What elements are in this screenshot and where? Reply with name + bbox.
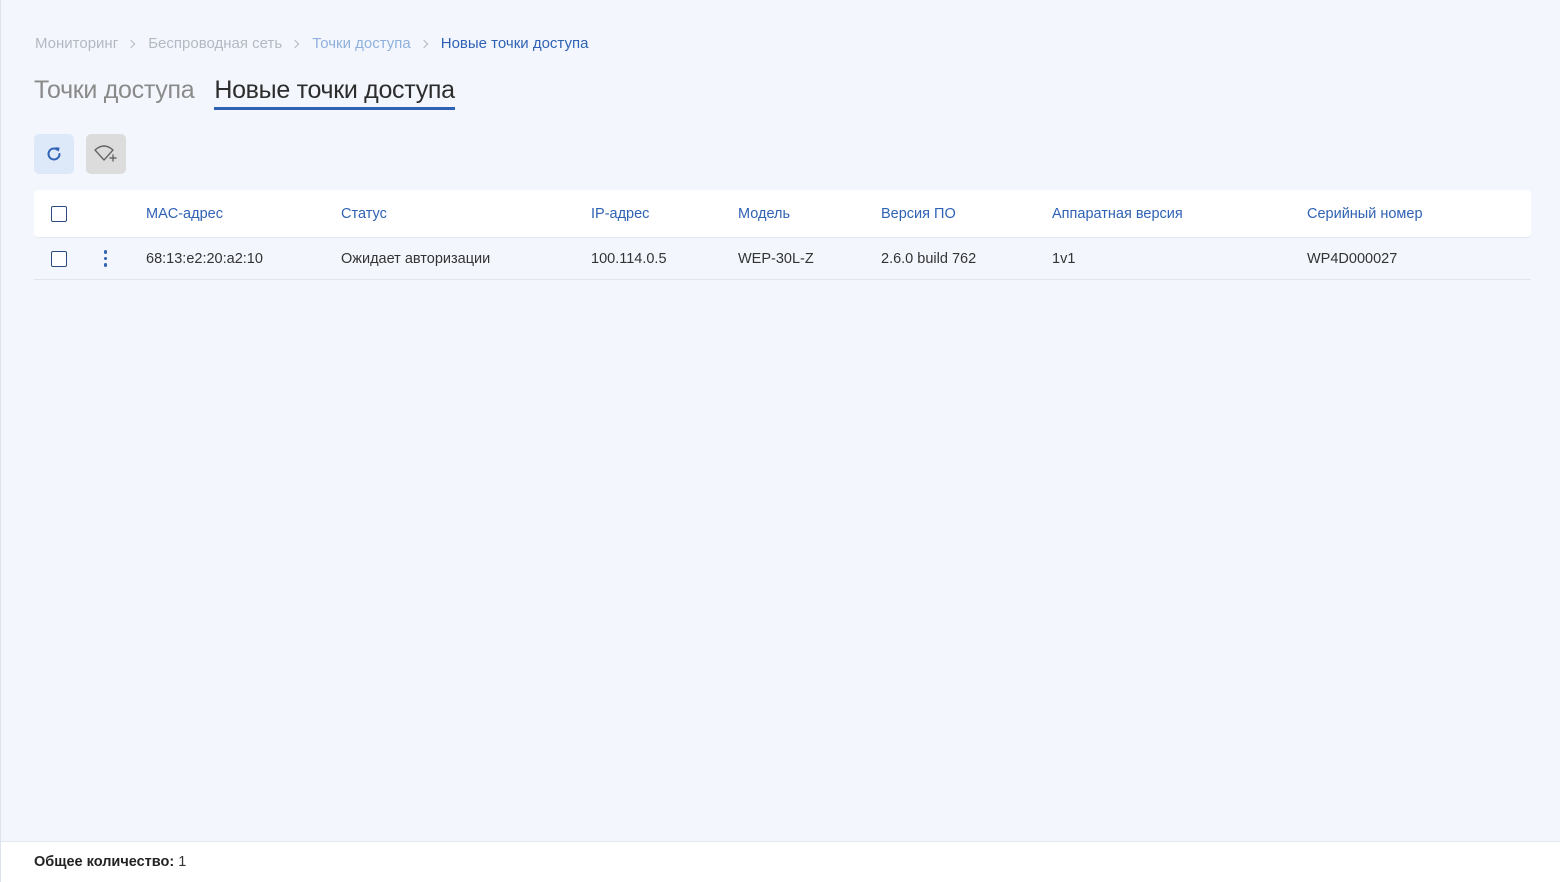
table-header: MAC-адрес Статус IP-адрес Модель Версия … [34,190,1531,238]
breadcrumb: Мониторинг Беспроводная сеть Точки досту… [35,35,588,52]
footer-total: Общее количество: 1 [1,841,1560,882]
more-vertical-icon[interactable] [100,248,111,268]
cell-model: WEP-30L-Z [738,250,814,267]
total-count-value: 1 [178,854,187,870]
chevron-right-icon [126,39,136,48]
column-header-serial[interactable]: Серийный номер [1307,190,1423,237]
page: Мониторинг Беспроводная сеть Точки досту… [0,0,1560,882]
cell-hardware: 1v1 [1052,250,1076,267]
cell-ip: 100.114.0.5 [591,250,667,267]
column-header-mac[interactable]: MAC-адрес [146,190,223,237]
column-header-firmware[interactable]: Версия ПО [881,190,956,237]
refresh-icon [47,147,61,161]
cell-mac: 68:13:e2:20:a2:10 [146,250,263,267]
column-header-model[interactable]: Модель [738,190,790,237]
breadcrumb-item-access-points[interactable]: Точки доступа [312,35,411,52]
access-points-table: MAC-адрес Статус IP-адрес Модель Версия … [34,190,1531,280]
tab-access-points[interactable]: Точки доступа [34,76,195,110]
cell-serial: WP4D000027 [1307,250,1398,267]
column-header-ip[interactable]: IP-адрес [591,190,649,237]
tab-bar: Точки доступа Новые точки доступа [34,76,455,110]
wifi-add-icon [94,145,117,162]
breadcrumb-item-wireless[interactable]: Беспроводная сеть [148,35,282,52]
tab-new-access-points[interactable]: Новые точки доступа [214,76,455,110]
breadcrumb-item-monitoring[interactable]: Мониторинг [35,35,118,52]
total-count-label: Общее количество: [34,854,175,870]
table-row: 68:13:e2:20:a2:10 Ожидает авторизации 10… [34,238,1531,280]
select-all-checkbox[interactable] [51,205,67,222]
chevron-right-icon [290,39,300,48]
cell-firmware: 2.6.0 build 762 [881,250,977,267]
row-checkbox[interactable] [51,250,67,267]
column-header-hardware[interactable]: Аппаратная версия [1052,190,1183,237]
add-access-point-button[interactable] [86,134,126,174]
column-header-status[interactable]: Статус [341,190,387,237]
toolbar [34,134,126,174]
chevron-right-icon [419,39,428,48]
cell-status: Ожидает авторизации [341,250,491,267]
refresh-button[interactable] [34,134,74,174]
breadcrumb-item-current: Новые точки доступа [440,35,589,52]
